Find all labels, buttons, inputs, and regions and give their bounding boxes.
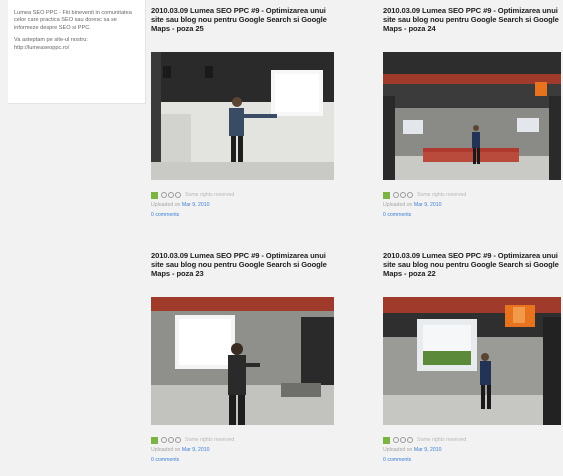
uploaded-row: Uploaded on Mar 9, 2010	[151, 445, 331, 455]
photo-card: 2010.03.09 Lumea SEO PPC #9 - Optimizare…	[383, 251, 563, 465]
cc-icon	[393, 192, 399, 198]
license-row: Some rights reserved	[383, 435, 563, 445]
photo-card: 2010.03.09 Lumea SEO PPC #9 - Optimizare…	[383, 6, 563, 220]
photo-card: 2010.03.09 Lumea SEO PPC #9 - Optimizare…	[151, 6, 334, 220]
photo-thumbnail	[383, 52, 561, 180]
photo-thumbnail	[151, 297, 334, 425]
upload-date-link[interactable]: Mar 9, 2010	[414, 202, 442, 208]
license-link[interactable]: Some rights reserved	[185, 190, 234, 200]
comments-link[interactable]: 0 comments	[383, 455, 563, 465]
photo-title[interactable]: 2010.03.09 Lumea SEO PPC #9 - Optimizare…	[151, 6, 331, 52]
uploaded-prefix: Uploaded on	[151, 202, 181, 208]
upload-date-link[interactable]: Mar 9, 2010	[414, 447, 442, 453]
photo-thumbnail-link[interactable]	[383, 52, 561, 180]
license-badge-icon	[383, 436, 390, 444]
uploaded-prefix: Uploaded on	[383, 447, 413, 453]
photo-meta: Some rights reserved Uploaded on Mar 9, …	[151, 190, 331, 220]
cc-icon	[161, 437, 167, 443]
license-row: Some rights reserved	[383, 190, 563, 200]
license-badge-icon	[383, 191, 390, 199]
photo-title[interactable]: 2010.03.09 Lumea SEO PPC #9 - Optimizare…	[383, 251, 563, 297]
group-description-text: Lumea SEO PPC - Fiti binevenit in comuni…	[14, 10, 132, 31]
cc-icon	[161, 192, 167, 198]
photo-meta: Some rights reserved Uploaded on Mar 9, …	[383, 190, 563, 220]
license-link[interactable]: Some rights reserved	[185, 435, 234, 445]
upload-date-link[interactable]: Mar 9, 2010	[182, 447, 210, 453]
cc-by-icon	[400, 437, 406, 443]
cc-nc-icon	[175, 192, 181, 198]
photo-thumbnail-link[interactable]	[151, 52, 334, 180]
cc-icon	[393, 437, 399, 443]
license-badge-icon	[151, 436, 158, 444]
group-website-text: Va asteptam pe site-ul nostru: http://lu…	[14, 37, 88, 51]
cc-by-icon	[168, 192, 174, 198]
license-badge-icon	[151, 191, 158, 199]
cc-nc-icon	[407, 437, 413, 443]
photo-title[interactable]: 2010.03.09 Lumea SEO PPC #9 - Optimizare…	[383, 6, 563, 52]
photo-meta: Some rights reserved Uploaded on Mar 9, …	[151, 435, 331, 465]
group-description-box: Lumea SEO PPC - Fiti binevenit in comuni…	[8, 0, 146, 104]
uploaded-row: Uploaded on Mar 9, 2010	[151, 200, 331, 210]
photo-title[interactable]: 2010.03.09 Lumea SEO PPC #9 - Optimizare…	[151, 251, 331, 297]
comments-link[interactable]: 0 comments	[151, 455, 331, 465]
upload-date-link[interactable]: Mar 9, 2010	[182, 202, 210, 208]
uploaded-prefix: Uploaded on	[383, 202, 413, 208]
uploaded-row: Uploaded on Mar 9, 2010	[383, 445, 563, 455]
photo-meta: Some rights reserved Uploaded on Mar 9, …	[383, 435, 563, 465]
photo-thumbnail	[151, 52, 334, 180]
license-row: Some rights reserved	[151, 435, 331, 445]
comments-link[interactable]: 0 comments	[383, 210, 563, 220]
photo-thumbnail	[383, 297, 561, 425]
photo-thumbnail-link[interactable]	[383, 297, 561, 425]
photo-thumbnail-link[interactable]	[151, 297, 334, 425]
comments-link[interactable]: 0 comments	[151, 210, 331, 220]
cc-nc-icon	[407, 192, 413, 198]
photo-card: 2010.03.09 Lumea SEO PPC #9 - Optimizare…	[151, 251, 334, 465]
uploaded-prefix: Uploaded on	[151, 447, 181, 453]
license-link[interactable]: Some rights reserved	[417, 190, 466, 200]
license-link[interactable]: Some rights reserved	[417, 435, 466, 445]
uploaded-row: Uploaded on Mar 9, 2010	[383, 200, 563, 210]
cc-nc-icon	[175, 437, 181, 443]
license-row: Some rights reserved	[151, 190, 331, 200]
cc-by-icon	[168, 437, 174, 443]
cc-by-icon	[400, 192, 406, 198]
